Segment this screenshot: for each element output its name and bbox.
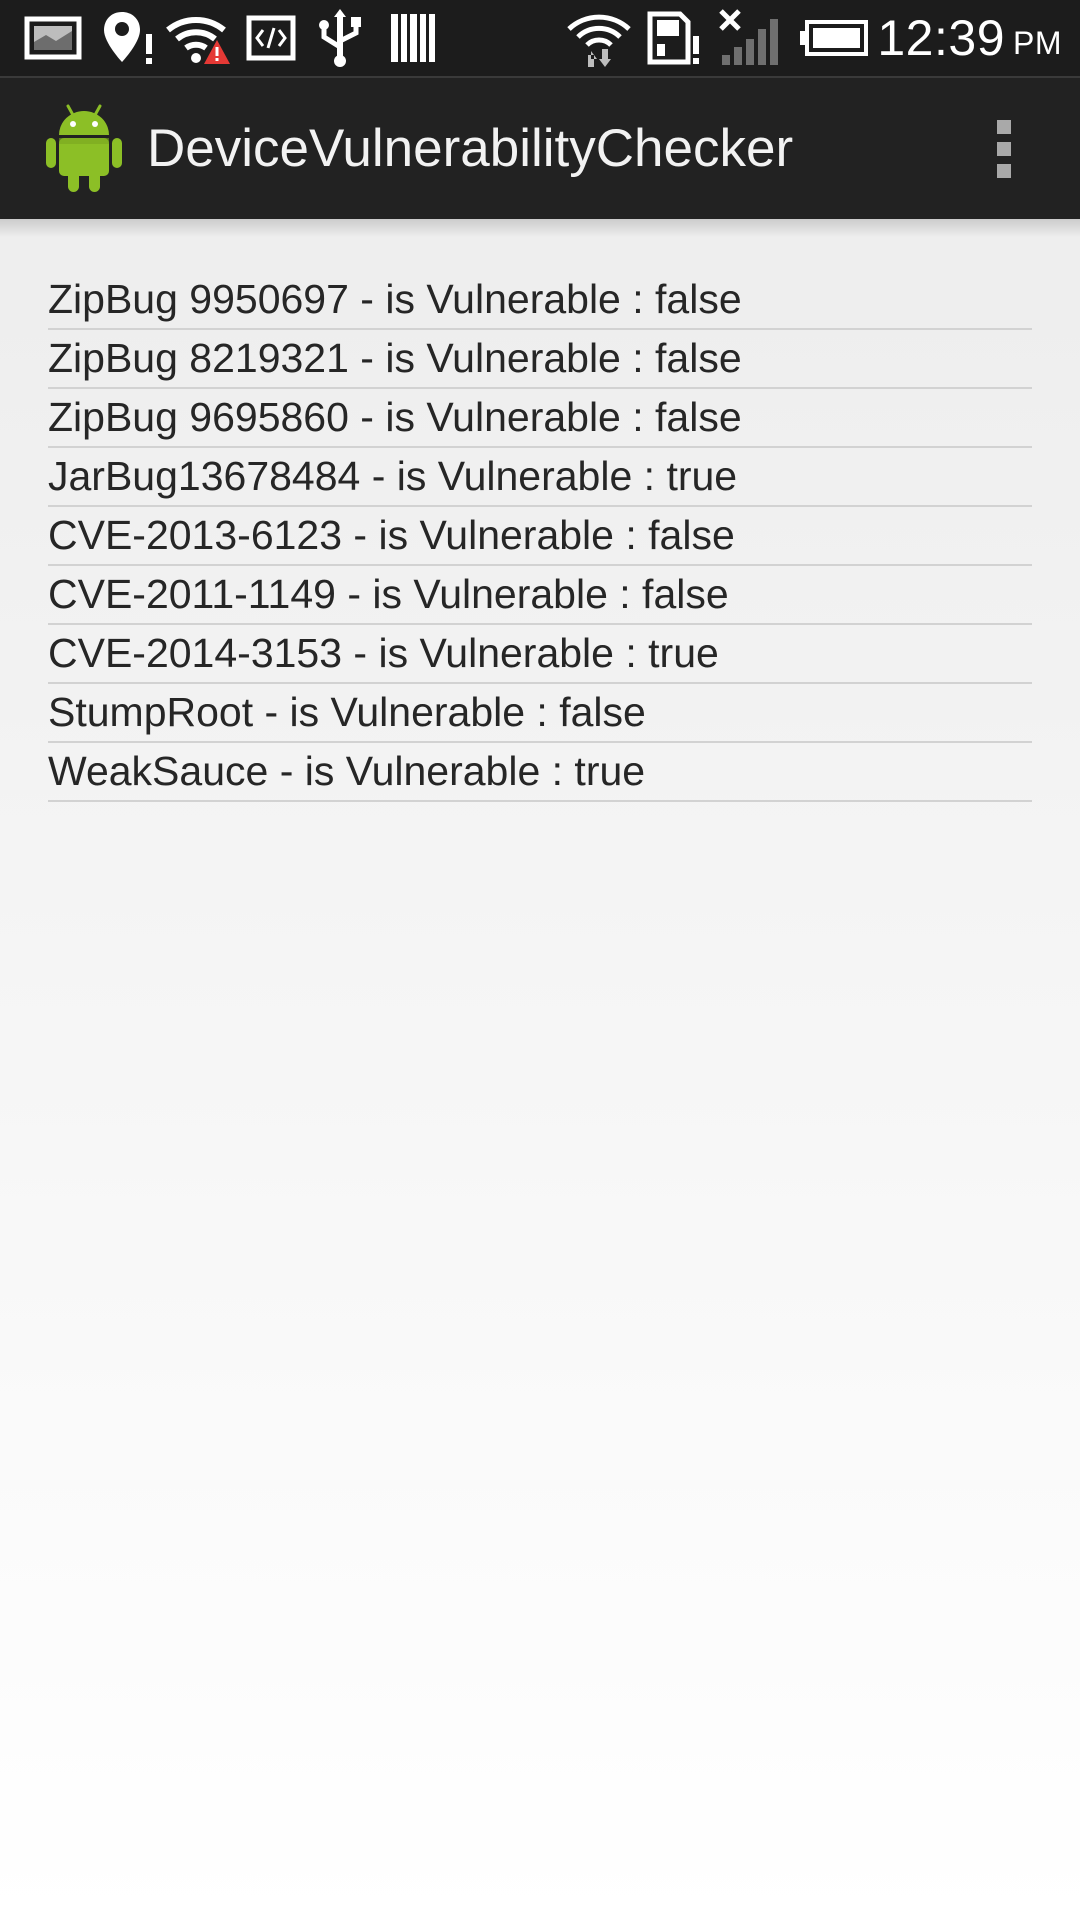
result-zipbug-8219321: ZipBug 8219321 - is Vulnerable : false (48, 330, 1032, 389)
result-weaksauce: WeakSauce - is Vulnerable : true (48, 743, 1032, 802)
result-zipbug-9950697: ZipBug 9950697 - is Vulnerable : false (48, 271, 1032, 330)
result-cve-2014-3153: CVE-2014-3153 - is Vulnerable : true (48, 625, 1032, 684)
clock-ampm: PM (1013, 24, 1062, 61)
android-robot-icon[interactable] (44, 100, 124, 194)
status-bar: 12:39 PM (0, 0, 1080, 76)
sd-card-alert-icon (646, 0, 702, 76)
action-bar: DeviceVulnerabilityChecker (0, 76, 1080, 237)
clock-time: 12:39 (877, 10, 1005, 66)
code-icon (246, 0, 296, 76)
result-zipbug-9695860: ZipBug 9695860 - is Vulnerable : false (48, 389, 1032, 448)
wifi-data-icon (566, 0, 632, 76)
wifi-warning-icon (166, 0, 232, 76)
result-cve-2011-1149: CVE-2011-1149 - is Vulnerable : false (48, 566, 1032, 625)
clock: 12:39 PM (877, 0, 1062, 76)
barcode-icon (390, 0, 436, 76)
vulnerability-results-list: ZipBug 9950697 - is Vulnerable : false Z… (48, 271, 1032, 802)
result-cve-2013-6123: CVE-2013-6123 - is Vulnerable : false (48, 507, 1032, 566)
image-notification-icon (24, 0, 82, 76)
overflow-dot (997, 120, 1011, 134)
app-title: DeviceVulnerabilityChecker (147, 119, 794, 178)
overflow-dot (997, 142, 1011, 156)
no-signal-icon (718, 0, 780, 76)
overflow-dot (997, 164, 1011, 178)
result-stumproot: StumpRoot - is Vulnerable : false (48, 684, 1032, 743)
overflow-menu-icon[interactable] (968, 106, 1040, 192)
result-jarbug-13678484: JarBug13678484 - is Vulnerable : true (48, 448, 1032, 507)
battery-icon (800, 0, 868, 76)
location-alert-icon (104, 0, 156, 76)
usb-icon (316, 0, 364, 76)
